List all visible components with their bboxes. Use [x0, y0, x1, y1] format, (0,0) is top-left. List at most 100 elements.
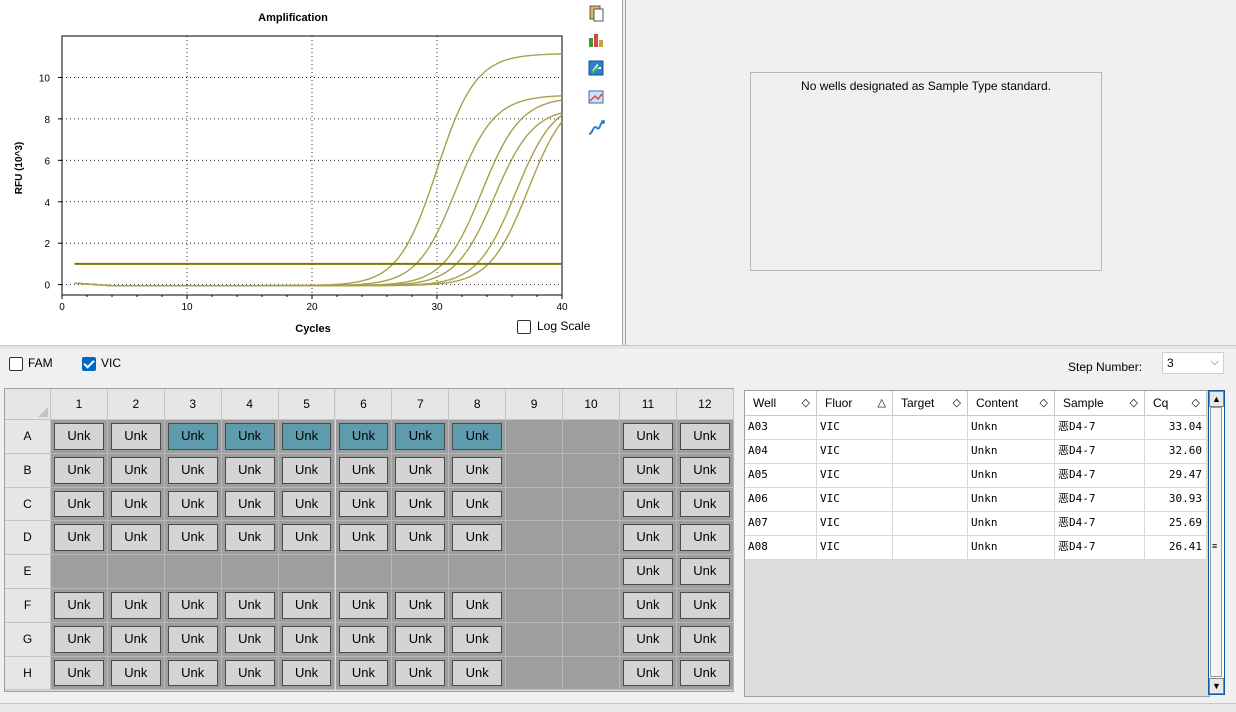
- plate-well[interactable]: Unk: [221, 589, 279, 623]
- plate-well[interactable]: Unk: [449, 487, 507, 522]
- export-icon[interactable]: [586, 58, 606, 78]
- pane-splitter[interactable]: [0, 345, 1236, 349]
- plate-well[interactable]: Unk: [107, 521, 165, 556]
- plate-well[interactable]: Unk: [278, 487, 336, 522]
- sort-icon[interactable]: △: [878, 391, 886, 416]
- plate-well[interactable]: Unk: [392, 656, 450, 691]
- plate-well[interactable]: Unk: [335, 622, 393, 657]
- table-cell[interactable]: Unkn: [968, 440, 1055, 464]
- plate-well[interactable]: [506, 420, 564, 454]
- table-cell[interactable]: 恶D4-7: [1055, 440, 1145, 464]
- plate-column-header[interactable]: 6: [335, 389, 393, 420]
- plate-well[interactable]: Unk: [676, 589, 734, 623]
- table-cell[interactable]: [893, 488, 968, 512]
- table-cell[interactable]: VIC: [817, 512, 893, 536]
- plate-well[interactable]: [221, 555, 279, 589]
- plate-well[interactable]: Unk: [164, 420, 222, 454]
- plate-well[interactable]: Unk: [51, 589, 108, 623]
- table-cell[interactable]: A06: [745, 488, 817, 512]
- plate-well[interactable]: Unk: [164, 622, 222, 657]
- plate-well[interactable]: Unk: [164, 453, 222, 488]
- table-cell[interactable]: 32.60: [1145, 440, 1207, 464]
- plate-well[interactable]: Unk: [335, 589, 393, 623]
- plate-column-header[interactable]: 2: [107, 389, 165, 420]
- plate-well[interactable]: Unk: [278, 622, 336, 657]
- plate-well[interactable]: Unk: [51, 453, 108, 488]
- table-cell[interactable]: 26.41: [1145, 536, 1207, 560]
- plate-well[interactable]: [506, 453, 564, 488]
- plate-well[interactable]: [563, 420, 620, 454]
- plate-well[interactable]: [563, 453, 620, 488]
- plate-well[interactable]: Unk: [620, 453, 677, 488]
- plate-row-header[interactable]: E: [5, 555, 51, 589]
- table-cell[interactable]: VIC: [817, 536, 893, 560]
- plate-column-header[interactable]: 7: [392, 389, 450, 420]
- plate-well[interactable]: Unk: [392, 420, 450, 454]
- plate-well[interactable]: Unk: [392, 622, 450, 657]
- plate-well[interactable]: Unk: [221, 656, 279, 691]
- log-scale-checkbox[interactable]: [517, 320, 531, 334]
- step-number-select[interactable]: 3 ⌵: [1162, 352, 1224, 374]
- table-cell[interactable]: [893, 440, 968, 464]
- plate-well[interactable]: [506, 487, 564, 522]
- plate-well[interactable]: Unk: [676, 453, 734, 488]
- plate-well[interactable]: Unk: [676, 656, 734, 691]
- plate-well[interactable]: Unk: [620, 521, 677, 556]
- table-cell[interactable]: 恶D4-7: [1055, 512, 1145, 536]
- plate-well[interactable]: Unk: [221, 453, 279, 488]
- plate-column-header[interactable]: 5: [278, 389, 336, 420]
- plate-well[interactable]: Unk: [335, 420, 393, 454]
- image-icon[interactable]: [586, 87, 606, 107]
- plate-well[interactable]: Unk: [164, 521, 222, 556]
- plate-well[interactable]: Unk: [107, 622, 165, 657]
- plate-well[interactable]: Unk: [221, 622, 279, 657]
- plate-well[interactable]: Unk: [392, 487, 450, 522]
- plate-well[interactable]: Unk: [107, 453, 165, 488]
- plate-well[interactable]: Unk: [620, 622, 677, 657]
- chart-settings-icon[interactable]: [586, 29, 606, 49]
- plate-well[interactable]: [51, 555, 108, 589]
- plate-well[interactable]: Unk: [392, 521, 450, 556]
- plate-well[interactable]: Unk: [51, 521, 108, 556]
- plate-column-header[interactable]: 10: [563, 389, 620, 420]
- plate-well[interactable]: Unk: [449, 589, 507, 623]
- plate-row-header[interactable]: H: [5, 656, 51, 691]
- plate-well[interactable]: Unk: [449, 453, 507, 488]
- plate-well[interactable]: Unk: [51, 487, 108, 522]
- plate-well[interactable]: [335, 555, 393, 589]
- plate-row-header[interactable]: D: [5, 521, 51, 556]
- plate-well[interactable]: Unk: [278, 589, 336, 623]
- plate-well[interactable]: [506, 656, 564, 691]
- plate-column-header[interactable]: 12: [676, 389, 734, 420]
- plate-well[interactable]: Unk: [620, 656, 677, 691]
- plate-well[interactable]: Unk: [676, 487, 734, 522]
- plate-well[interactable]: [392, 555, 450, 589]
- plate-well[interactable]: Unk: [107, 487, 165, 522]
- table-vertical-scrollbar[interactable]: ▲ ≡ ▼: [1208, 390, 1225, 695]
- column-header-well[interactable]: Well ◇: [745, 391, 817, 416]
- plate-corner[interactable]: [5, 389, 51, 420]
- plate-well[interactable]: [563, 487, 620, 522]
- table-cell[interactable]: [893, 536, 968, 560]
- plate-well[interactable]: Unk: [449, 656, 507, 691]
- table-cell[interactable]: A07: [745, 512, 817, 536]
- plate-well[interactable]: [506, 589, 564, 623]
- plate-well[interactable]: [107, 555, 165, 589]
- plate-well[interactable]: Unk: [449, 622, 507, 657]
- plate-well[interactable]: [563, 622, 620, 657]
- plate-column-header[interactable]: 3: [164, 389, 222, 420]
- sort-icon[interactable]: ◇: [1040, 391, 1048, 416]
- plate-well[interactable]: Unk: [676, 622, 734, 657]
- column-header-target[interactable]: Target ◇: [893, 391, 968, 416]
- table-cell[interactable]: 恶D4-7: [1055, 416, 1145, 440]
- sort-icon[interactable]: ◇: [802, 391, 810, 416]
- table-cell[interactable]: 恶D4-7: [1055, 488, 1145, 512]
- sort-icon[interactable]: ◇: [1130, 391, 1138, 416]
- vic-checkbox[interactable]: [82, 357, 96, 371]
- plate-well[interactable]: Unk: [278, 420, 336, 454]
- plate-well[interactable]: Unk: [164, 589, 222, 623]
- table-cell[interactable]: VIC: [817, 440, 893, 464]
- table-cell[interactable]: A05: [745, 464, 817, 488]
- scroll-up-icon[interactable]: ▲: [1209, 391, 1224, 407]
- plate-well[interactable]: Unk: [335, 656, 393, 691]
